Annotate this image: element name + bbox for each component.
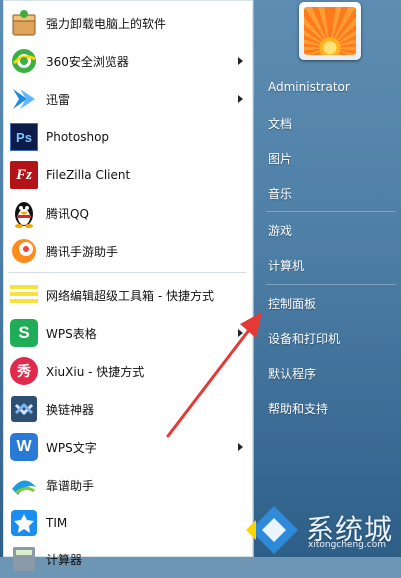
wps-spreadsheet-icon: S [8,317,40,349]
program-label: 靠谱助手 [46,478,95,493]
program-item-xiuxiu[interactable]: 秀 XiuXiu - 快捷方式 [3,352,253,390]
program-item-toolbox[interactable]: 网络编辑超级工具箱 - 快捷方式 [3,276,253,314]
program-label: WPS表格 [46,326,97,341]
program-label: WPS文字 [46,440,97,455]
calculator-icon [8,543,40,575]
program-label: 网络编辑超级工具箱 - 快捷方式 [46,288,214,303]
devices-printers-link[interactable]: 设备和打印机 [268,330,340,347]
toolbox-icon [8,279,40,311]
separator [266,211,396,212]
program-item-wps-spreadsheet[interactable]: S WPS表格 [3,314,253,352]
program-item-xunlei[interactable]: 迅雷 [3,80,253,118]
start-menu: 强力卸载电脑上的软件 360安全浏览器 迅雷 Ps Photoshop Fz F… [0,0,401,571]
program-label: 腾讯QQ [46,206,89,221]
program-label: 计算器 [46,552,83,567]
program-label: FileZilla Client [46,168,131,182]
xiuxiu-icon: 秀 [8,355,40,387]
wps-writer-icon-text: W [10,433,38,461]
program-label: XiuXiu - 快捷方式 [46,364,145,379]
control-panel-link[interactable]: 控制面板 [268,295,316,312]
program-item-calculator[interactable]: 计算器 [3,540,253,578]
program-label: 迅雷 [46,92,71,107]
computer-link[interactable]: 计算机 [268,257,304,274]
program-label: TIM [46,516,68,530]
program-label: Photoshop [46,130,110,144]
kaopu-assistant-icon [8,469,40,501]
wps-spreadsheet-icon-text: S [10,319,38,347]
program-item-tim[interactable]: TIM [3,504,253,542]
program-item-qq[interactable]: 腾讯QQ [3,194,253,232]
tim-icon [8,507,40,539]
programs-pane: 强力卸载电脑上的软件 360安全浏览器 迅雷 Ps Photoshop Fz F… [3,0,254,571]
xiuxiu-icon-text: 秀 [10,357,38,385]
filezilla-icon-text: Fz [10,161,38,189]
photoshop-icon-text: Ps [10,123,38,151]
submenu-arrow-icon[interactable] [238,443,243,451]
program-item-360-browser[interactable]: 360安全浏览器 [3,42,253,80]
program-item-tencent-game-assistant[interactable]: 腾讯手游助手 [3,232,253,270]
program-label: 360安全浏览器 [46,54,129,69]
program-item-photoshop[interactable]: Ps Photoshop [3,118,253,156]
photoshop-icon: Ps [8,121,40,153]
program-label: 换链神器 [46,402,95,417]
uninstall-icon [8,7,40,39]
documents-link[interactable]: 文档 [268,115,292,132]
separator [266,284,396,285]
flower-picture-icon [304,7,356,55]
pictures-link[interactable]: 图片 [268,150,292,167]
filezilla-icon: Fz [8,159,40,191]
submenu-arrow-icon[interactable] [238,329,243,337]
user-avatar[interactable] [299,2,361,60]
program-item-uninstaller[interactable]: 强力卸载电脑上的软件 [3,4,253,42]
submenu-arrow-icon[interactable] [238,57,243,65]
user-name-link[interactable]: Administrator [268,80,350,94]
tencent-game-assistant-icon [8,235,40,267]
program-item-filezilla[interactable]: Fz FileZilla Client [3,156,253,194]
program-label: 腾讯手游助手 [46,244,119,259]
submenu-arrow-icon[interactable] [238,95,243,103]
watermark-url: xitongcheng.com [308,540,386,550]
link-tool-icon [8,393,40,425]
program-item-kaopu-assistant[interactable]: 靠谱助手 [3,466,253,504]
xunlei-icon [8,83,40,115]
program-item-wps-writer[interactable]: W WPS文字 [3,428,253,466]
browser-360-icon [8,45,40,77]
separator [8,272,246,273]
wps-writer-icon: W [8,431,40,463]
qq-penguin-icon [8,197,40,229]
program-item-link-tool[interactable]: 换链神器 [3,390,253,428]
program-label: 强力卸载电脑上的软件 [46,16,167,31]
music-link[interactable]: 音乐 [268,185,292,202]
default-programs-link[interactable]: 默认程序 [268,365,316,382]
help-support-link[interactable]: 帮助和支持 [268,400,328,417]
games-link[interactable]: 游戏 [268,222,292,239]
